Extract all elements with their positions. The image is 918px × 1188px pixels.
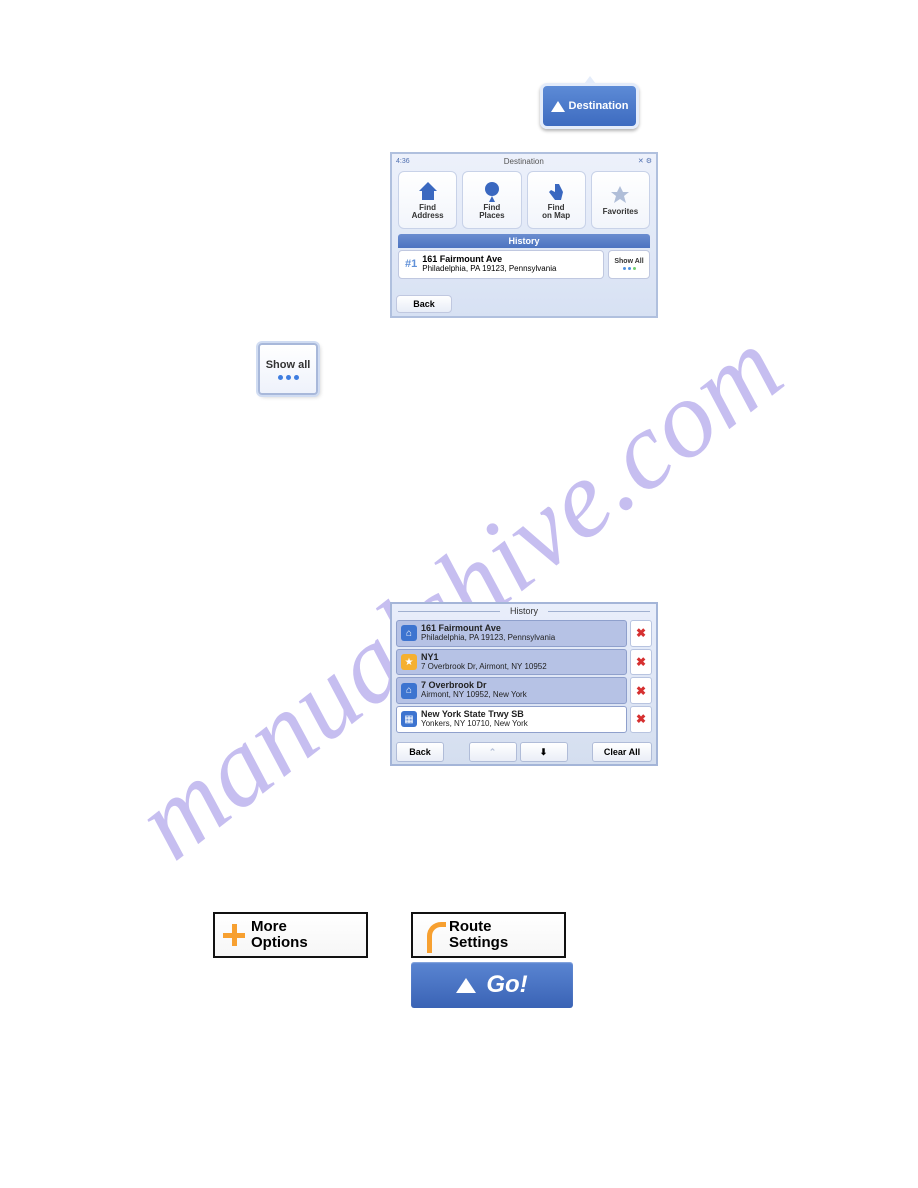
history-entry[interactable]: ▦ New York State Trwy SBYonkers, NY 1071… bbox=[396, 706, 627, 733]
home-icon: ⌂ bbox=[401, 683, 417, 699]
arrow-up-icon bbox=[456, 978, 476, 993]
destination-button-label: Destination bbox=[569, 100, 629, 112]
chevron-down-icon: ⬇ bbox=[540, 747, 548, 758]
history-row: ⌂ 7 Overbrook DrAirmont, NY 10952, New Y… bbox=[396, 677, 652, 704]
status-icons: ✕ ⚙ bbox=[638, 157, 652, 165]
find-on-map-button[interactable]: Find on Map bbox=[527, 171, 586, 229]
favorites-label: Favorites bbox=[603, 208, 639, 216]
delete-button[interactable]: ✖ bbox=[630, 620, 652, 647]
home-icon: ⌂ bbox=[401, 625, 417, 641]
plus-icon bbox=[223, 924, 245, 946]
dest-topbar: 4:36 Destination ✕ ⚙ bbox=[392, 154, 656, 168]
go-button[interactable]: Go! bbox=[411, 962, 573, 1008]
dest-screen-title: Destination bbox=[413, 157, 635, 166]
find-places-button[interactable]: Find Places bbox=[462, 171, 521, 229]
show-all-tile[interactable]: Show all bbox=[258, 343, 318, 395]
show-all-label: Show All bbox=[614, 258, 643, 265]
find-places-label: Find Places bbox=[479, 204, 504, 221]
history-item[interactable]: #1 161 Fairmount Ave Philadelphia, PA 19… bbox=[398, 250, 604, 279]
history-entry-text: 7 Overbrook DrAirmont, NY 10952, New Yor… bbox=[421, 681, 527, 700]
find-on-map-label: Find on Map bbox=[542, 204, 570, 221]
history-screen-title: History bbox=[392, 604, 656, 618]
delete-button[interactable]: ✖ bbox=[630, 706, 652, 733]
route-settings-label: Route Settings bbox=[449, 919, 508, 951]
hand-icon bbox=[545, 180, 567, 202]
route-settings-button[interactable]: Route Settings bbox=[411, 912, 566, 958]
history-bar: History bbox=[398, 234, 650, 248]
show-all-button[interactable]: Show All bbox=[608, 250, 650, 279]
destination-screen: 4:36 Destination ✕ ⚙ Find Address Find P… bbox=[390, 152, 658, 318]
dots-icon bbox=[623, 267, 636, 270]
delete-button[interactable]: ✖ bbox=[630, 677, 652, 704]
road-icon: ▦ bbox=[401, 711, 417, 727]
favorites-button[interactable]: Favorites bbox=[591, 171, 650, 229]
arrow-up-icon bbox=[551, 101, 565, 112]
history-item-text: 161 Fairmount Ave Philadelphia, PA 19123… bbox=[422, 255, 556, 274]
history-entry[interactable]: ★ NY17 Overbrook Dr, Airmont, NY 10952 bbox=[396, 649, 627, 676]
history-row: ▦ New York State Trwy SBYonkers, NY 1071… bbox=[396, 706, 652, 733]
watermark: manualshive.com bbox=[112, 303, 806, 884]
history-screen: History ⌂ 161 Fairmount AvePhiladelphia,… bbox=[390, 602, 658, 766]
balloon-icon bbox=[481, 180, 503, 202]
scroll-down-button[interactable]: ⬇ bbox=[520, 742, 568, 762]
find-address-button[interactable]: Find Address bbox=[398, 171, 457, 229]
show-all-tile-label: Show all bbox=[266, 359, 311, 371]
dots-icon bbox=[278, 375, 299, 380]
history-entry-text: NY17 Overbrook Dr, Airmont, NY 10952 bbox=[421, 653, 547, 672]
history-rank: #1 bbox=[405, 258, 417, 270]
history-row: ★ NY17 Overbrook Dr, Airmont, NY 10952 ✖ bbox=[396, 649, 652, 676]
chevron-up-icon: ⌃ bbox=[489, 747, 497, 758]
history-row: #1 161 Fairmount Ave Philadelphia, PA 19… bbox=[398, 250, 650, 279]
dest-icon-grid: Find Address Find Places Find on Map Fav… bbox=[392, 168, 656, 232]
house-icon bbox=[417, 180, 439, 202]
find-address-label: Find Address bbox=[412, 204, 444, 221]
more-options-button[interactable]: More Options bbox=[213, 912, 368, 958]
destination-button[interactable]: Destination bbox=[540, 83, 639, 129]
history-entry-text: 161 Fairmount AvePhiladelphia, PA 19123,… bbox=[421, 624, 555, 643]
history-entry[interactable]: ⌂ 7 Overbrook DrAirmont, NY 10952, New Y… bbox=[396, 677, 627, 704]
scroll-up-button[interactable]: ⌃ bbox=[469, 742, 517, 762]
time-label: 4:36 bbox=[396, 158, 410, 165]
more-options-label: More Options bbox=[251, 919, 308, 951]
route-icon bbox=[421, 920, 443, 950]
history-row: ⌂ 161 Fairmount AvePhiladelphia, PA 1912… bbox=[396, 620, 652, 647]
back-button[interactable]: Back bbox=[396, 742, 444, 762]
history-entry-text: New York State Trwy SBYonkers, NY 10710,… bbox=[421, 710, 528, 729]
star-icon bbox=[609, 184, 631, 206]
clear-all-button[interactable]: Clear All bbox=[592, 742, 652, 762]
star-icon: ★ bbox=[401, 654, 417, 670]
history-entry[interactable]: ⌂ 161 Fairmount AvePhiladelphia, PA 1912… bbox=[396, 620, 627, 647]
go-label: Go! bbox=[486, 971, 527, 999]
history-list: ⌂ 161 Fairmount AvePhiladelphia, PA 1912… bbox=[392, 618, 656, 735]
delete-button[interactable]: ✖ bbox=[630, 649, 652, 676]
back-button[interactable]: Back bbox=[396, 295, 452, 313]
history-footer: Back ⌃ ⬇ Clear All bbox=[392, 740, 656, 764]
